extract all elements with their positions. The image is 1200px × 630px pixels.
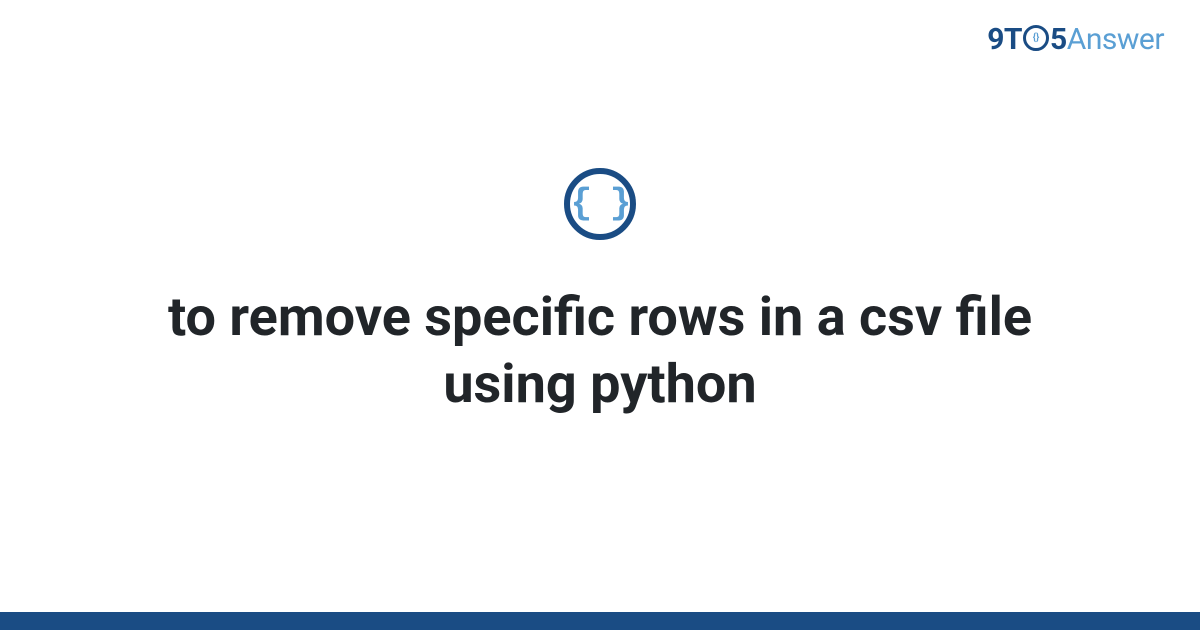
main-content: { } to remove specific rows in a csv fil…	[0, 0, 1200, 630]
braces-glyph: { }	[571, 183, 630, 224]
code-braces-icon: { }	[564, 168, 636, 240]
footer-accent-bar	[0, 612, 1200, 630]
page-title: to remove specific rows in a csv file us…	[110, 284, 1090, 419]
